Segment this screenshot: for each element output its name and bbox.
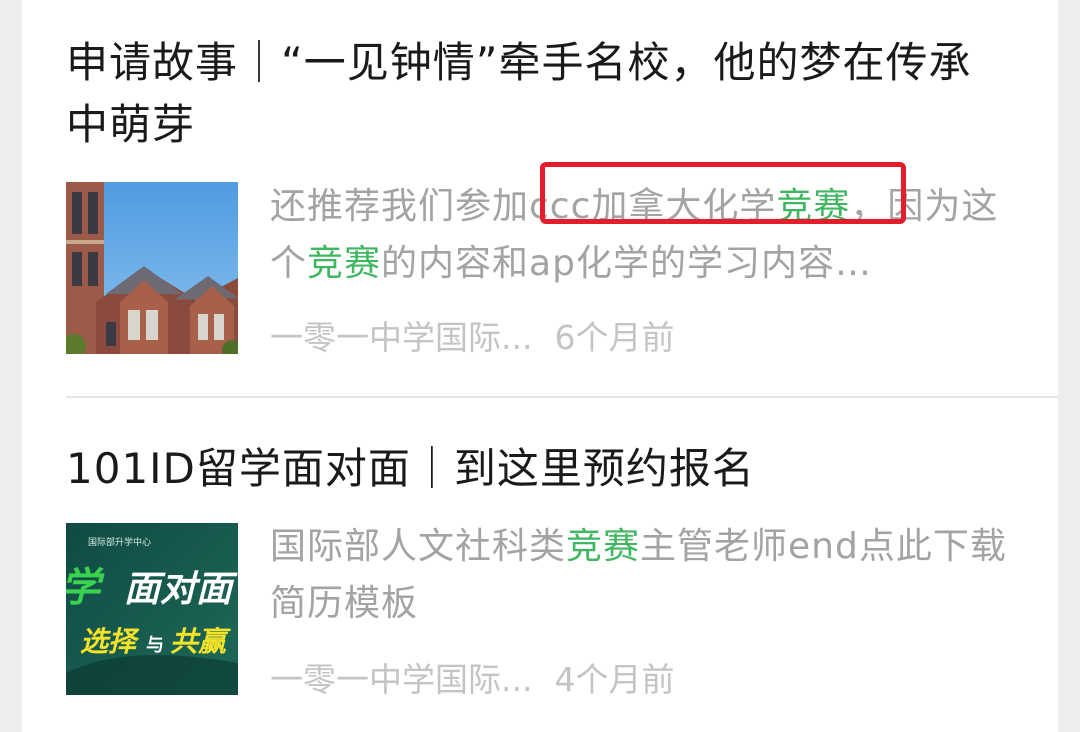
article-time: 4个月前 — [554, 660, 675, 699]
banner-sub-text-3: 共赢 — [170, 625, 231, 658]
article-thumbnail[interactable]: 国际部升学中心 学 面对面 选择 与 共赢 — [66, 523, 238, 695]
banner-big-text-2: 面对面 — [124, 569, 238, 610]
search-results-list: 申请故事｜“一见钟情”牵手名校，他的梦在传承中萌芽 还推荐我们参加ccc加拿大化… — [22, 0, 1058, 732]
article-result-2[interactable]: 101ID留学面对面｜到这里预约报名 国际部升学中心 学 面对面 选择 与 共赢 — [22, 398, 1058, 732]
banner-big-text-1: 学 — [66, 565, 105, 611]
snippet-text: 还推荐我们参加ccc加拿大化学 — [270, 186, 777, 227]
article-title[interactable]: 101ID留学面对面｜到这里预约报名 — [66, 438, 1006, 500]
campus-building-photo — [66, 182, 238, 354]
article-time: 6个月前 — [554, 318, 675, 357]
snippet-text: 的内容和ap化学的学习内容… — [381, 243, 872, 284]
snippet-text: 国际部人文社科类 — [270, 526, 567, 567]
event-banner-thumbnail: 国际部升学中心 学 面对面 选择 与 共赢 — [66, 523, 238, 695]
keyword-highlight: 竞赛 — [776, 186, 851, 227]
article-source: 一零一中学国际... — [270, 318, 533, 357]
article-result-1[interactable]: 申请故事｜“一见钟情”牵手名校，他的梦在传承中萌芽 还推荐我们参加ccc加拿大化… — [22, 0, 1058, 398]
banner-sub-text-2: 与 — [146, 635, 164, 656]
keyword-highlight: 竞赛 — [566, 526, 641, 567]
article-source: 一零一中学国际... — [270, 660, 533, 699]
article-meta: 一零一中学国际... 6个月前 — [270, 318, 674, 358]
keyword-highlight: 竞赛 — [307, 243, 382, 284]
banner-sub-text-1: 选择 — [80, 625, 140, 658]
article-snippet: 还推荐我们参加ccc加拿大化学竞赛，因为这个竞赛的内容和ap化学的学习内容… — [270, 178, 1010, 292]
article-thumbnail[interactable] — [66, 182, 238, 354]
article-title[interactable]: 申请故事｜“一见钟情”牵手名校，他的梦在传承中萌芽 — [66, 32, 1006, 156]
banner-top-text: 国际部升学中心 — [88, 536, 151, 547]
article-snippet: 国际部人文社科类竞赛主管老师end点此下载简历模板 — [270, 518, 1010, 632]
article-meta: 一零一中学国际... 4个月前 — [270, 660, 674, 700]
